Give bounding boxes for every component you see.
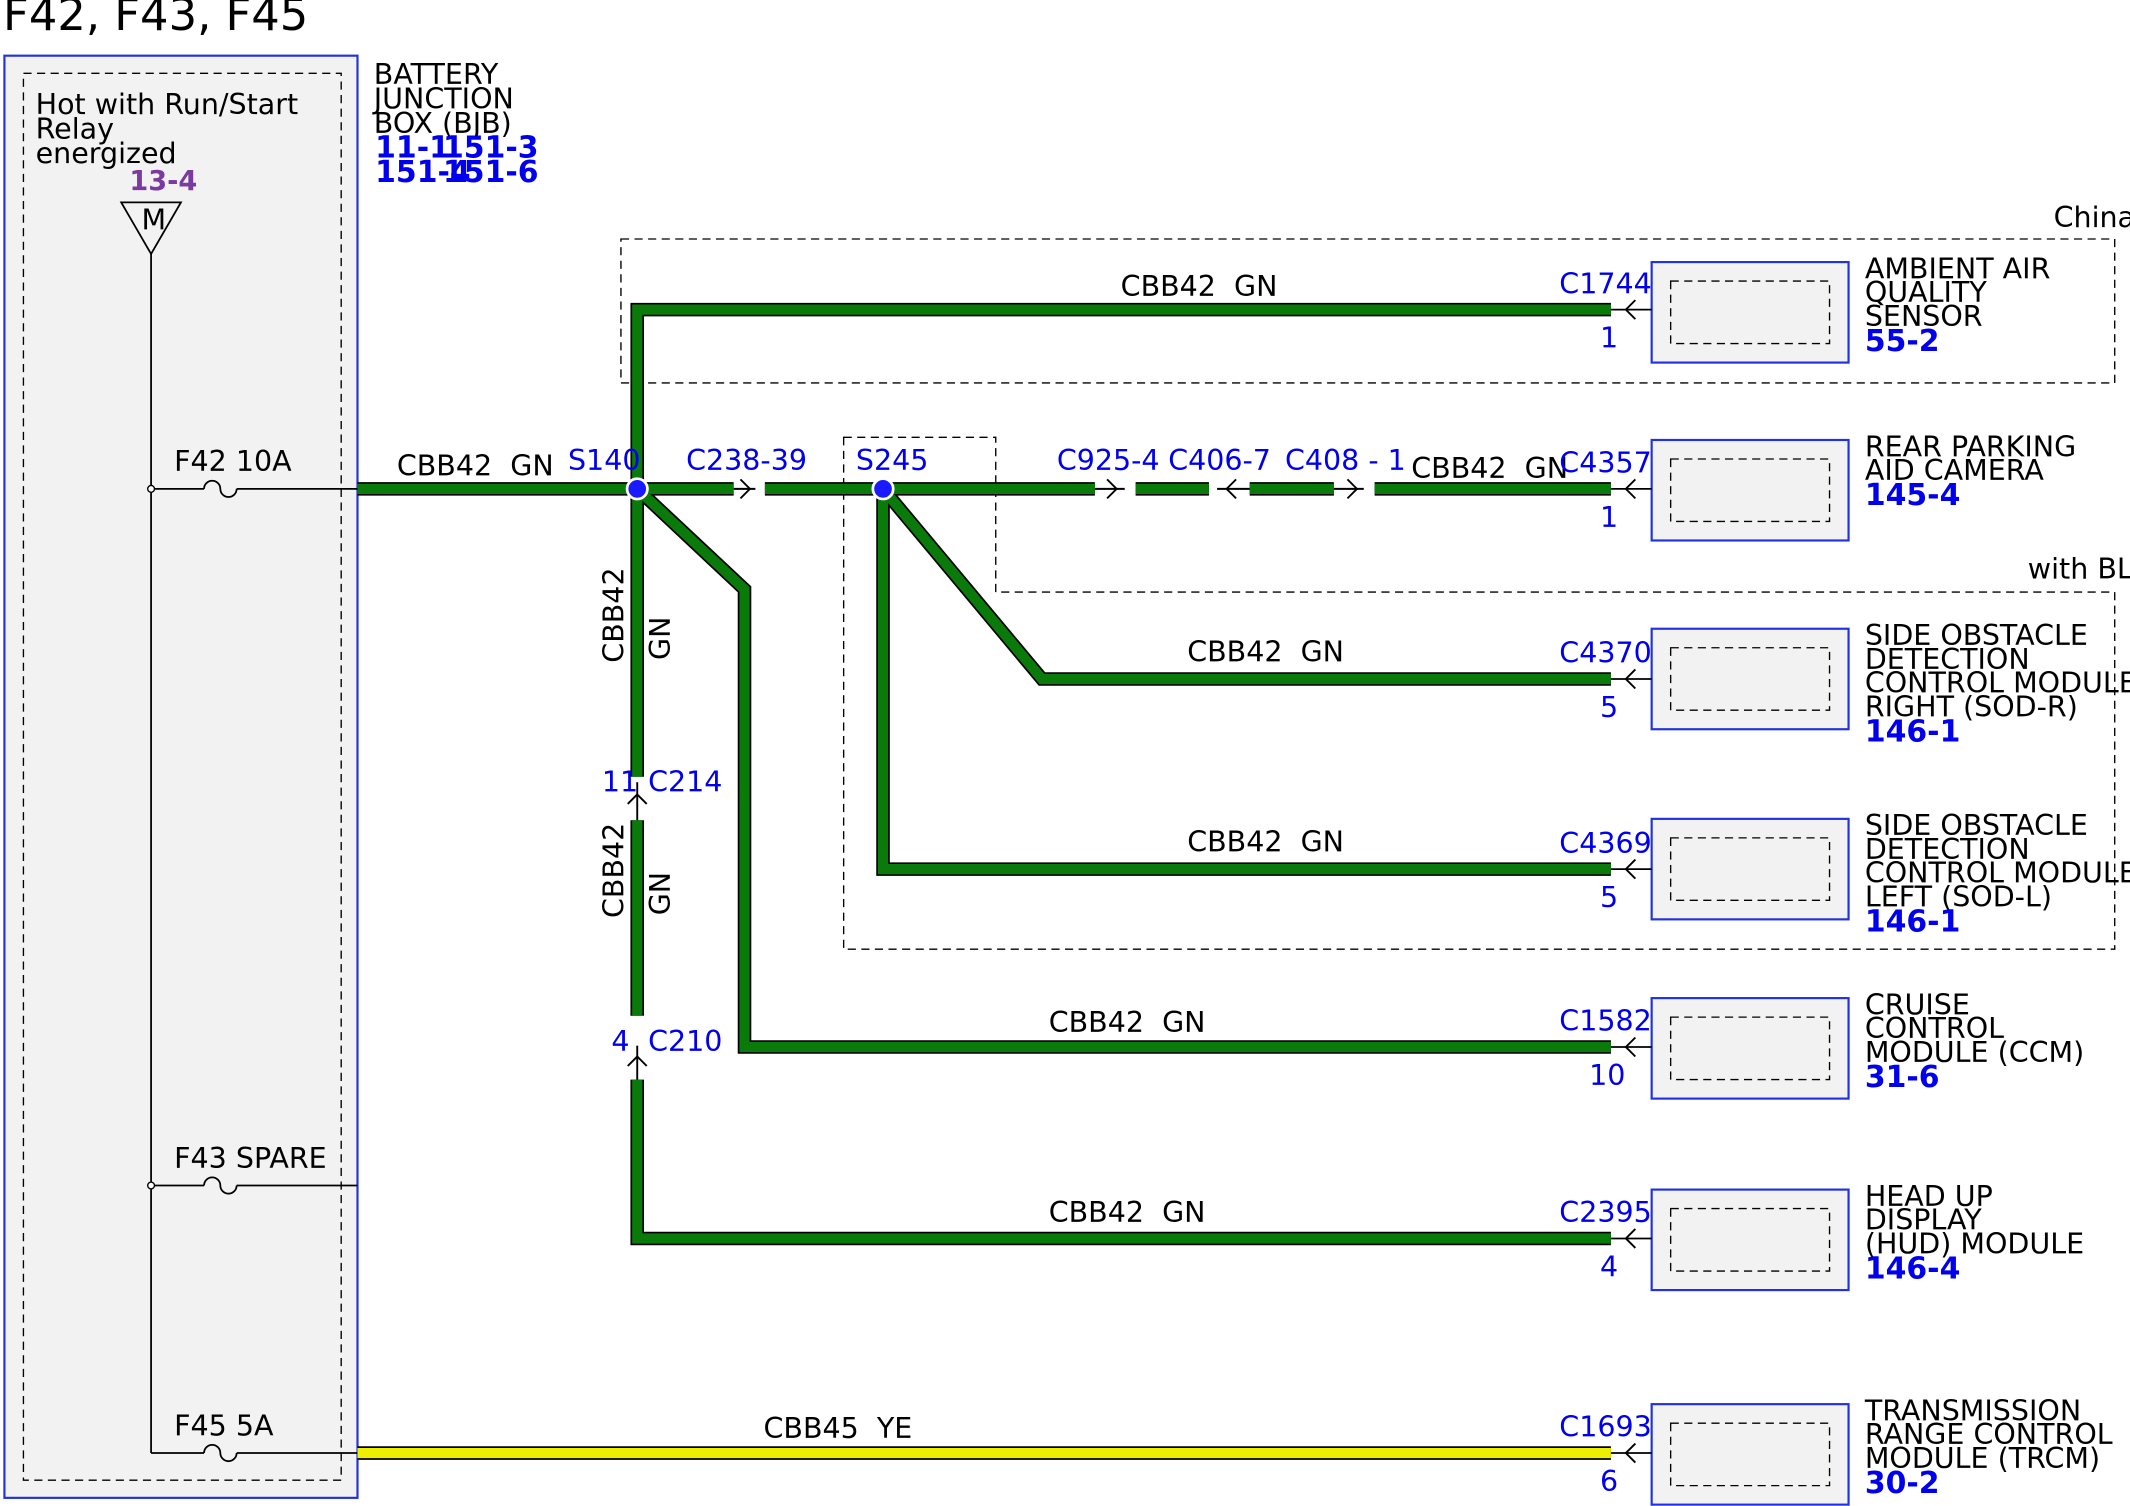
relay-symbol: M [142,203,167,236]
connector-label-hud: C2395 [1559,1196,1651,1229]
blis-label: with BLIS [2028,552,2130,585]
component-ref-camera: 145-4 [1865,478,1961,513]
c214-label: C214 [648,766,722,799]
bjb-outline [3,54,359,1499]
relay-ref: 13-4 [129,166,197,197]
wire-label-vert-a-2: GN [644,617,677,660]
wire-label-ccm: CBB42 GN [1049,1006,1206,1039]
fuse-label-f42: F42 10A [174,445,292,478]
wire-label-sod-r: CBB42 GN [1187,635,1344,668]
connector-pin-sod_r: 5 [1600,691,1618,724]
component-trcm: C16936TRANSMISSIONRANGE CONTROLMODULE (T… [1559,1394,2113,1506]
component-ref-sod_l: 146-1 [1865,905,1961,940]
fuse-label-f45: F45 5A [174,1409,274,1442]
connector-label-ccm: C1582 [1559,1005,1651,1038]
component-box [1650,1188,1850,1292]
component-box [1650,817,1850,921]
connector-label-sod_r: C4370 [1559,637,1651,670]
splice-s245-label: S245 [856,444,929,477]
c925-label: C925-4 [1057,444,1160,477]
component-box [1650,997,1850,1100]
wire-label-sod-l: CBB42 GN [1187,825,1344,858]
wire-label-vert-a-1: CBB42 [598,567,631,662]
connector-pin-aaq: 1 [1600,322,1618,355]
wire-label-vert-b-2: GN [644,872,677,915]
wire-label-aaq: CBB42 GN [1121,270,1278,303]
c210-label: C210 [648,1025,722,1058]
component-ref-trcm: 30-2 [1865,1466,1940,1501]
components: C17441AMBIENT AIRQUALITYSENSOR55-2C43571… [1559,252,2130,1506]
connector-pin-sod_l: 5 [1600,881,1618,914]
c406-label: C406-7 [1168,444,1271,477]
splice-s140-label: S140 [568,444,641,477]
component-ref-sod_r: 146-1 [1865,714,1961,749]
wire-label-vert-b-1: CBB42 [598,823,631,918]
wire-label-hud: CBB42 GN [1049,1196,1206,1229]
c210-pin: 4 [611,1025,629,1058]
component-ref-hud: 146-4 [1865,1252,1961,1287]
fuse-label-f43: F43 SPARE [174,1142,326,1175]
connector-label-camera: C4357 [1559,447,1651,480]
wiring-diagram: F42, F43, F45 BATTERY JUNCTION BOX (BJB)… [3,0,2130,1506]
component-aaq: C17441AMBIENT AIRQUALITYSENSOR55-2 [1559,252,2050,364]
page-title: F42, F43, F45 [3,0,308,41]
connector-pin-ccm: 10 [1589,1059,1625,1092]
splice-s140 [625,477,649,501]
component-hud: C23954HEAD UPDISPLAY(HUD) MODULE146-4 [1559,1180,2084,1292]
connector-label-sod_l: C4369 [1559,827,1651,860]
connector-label-aaq: C1744 [1559,267,1651,300]
connector-pin-hud: 4 [1600,1251,1618,1284]
component-box [1650,261,1850,364]
component-ref-ccm: 31-6 [1865,1060,1940,1095]
hot-label-3: energized [36,137,177,170]
connector-pin-camera: 1 [1600,501,1618,534]
junction-dot-f42 [147,484,156,493]
component-box [1650,1403,1850,1506]
component-box [1650,627,1850,731]
component-camera: C43571REAR PARKINGAID CAMERA145-4 [1559,430,2076,542]
component-ref-aaq: 55-2 [1865,324,1940,359]
wire-label-bjb-out: CBB42 GN [397,449,554,482]
component-box [1650,438,1850,542]
splice-s245 [871,477,895,501]
wire-label-camera: CBB42 GN [1411,452,1568,485]
c408-label: C408 - 1 [1285,444,1406,477]
c214-pin: 11 [602,766,638,799]
c238-label: C238-39 [686,444,807,477]
wire-label-trcm: CBB45 YE [764,1412,913,1445]
junction-dot-f43 [147,1181,156,1190]
component-sod_r: C43705SIDE OBSTACLEDETECTIONCONTROL MODU… [1559,619,2130,749]
connector-pin-trcm: 6 [1600,1465,1618,1498]
connector-label-trcm: C1693 [1559,1411,1651,1444]
component-ccm: C158210CRUISECONTROLMODULE (CCM)31-6 [1559,988,2084,1100]
component-sod_l: C43695SIDE OBSTACLEDETECTIONCONTROL MODU… [1559,809,2130,939]
battery-junction-box [3,54,359,1499]
china-label: China [2054,201,2130,234]
bjb-ref-151-6: 151-6 [443,155,539,190]
